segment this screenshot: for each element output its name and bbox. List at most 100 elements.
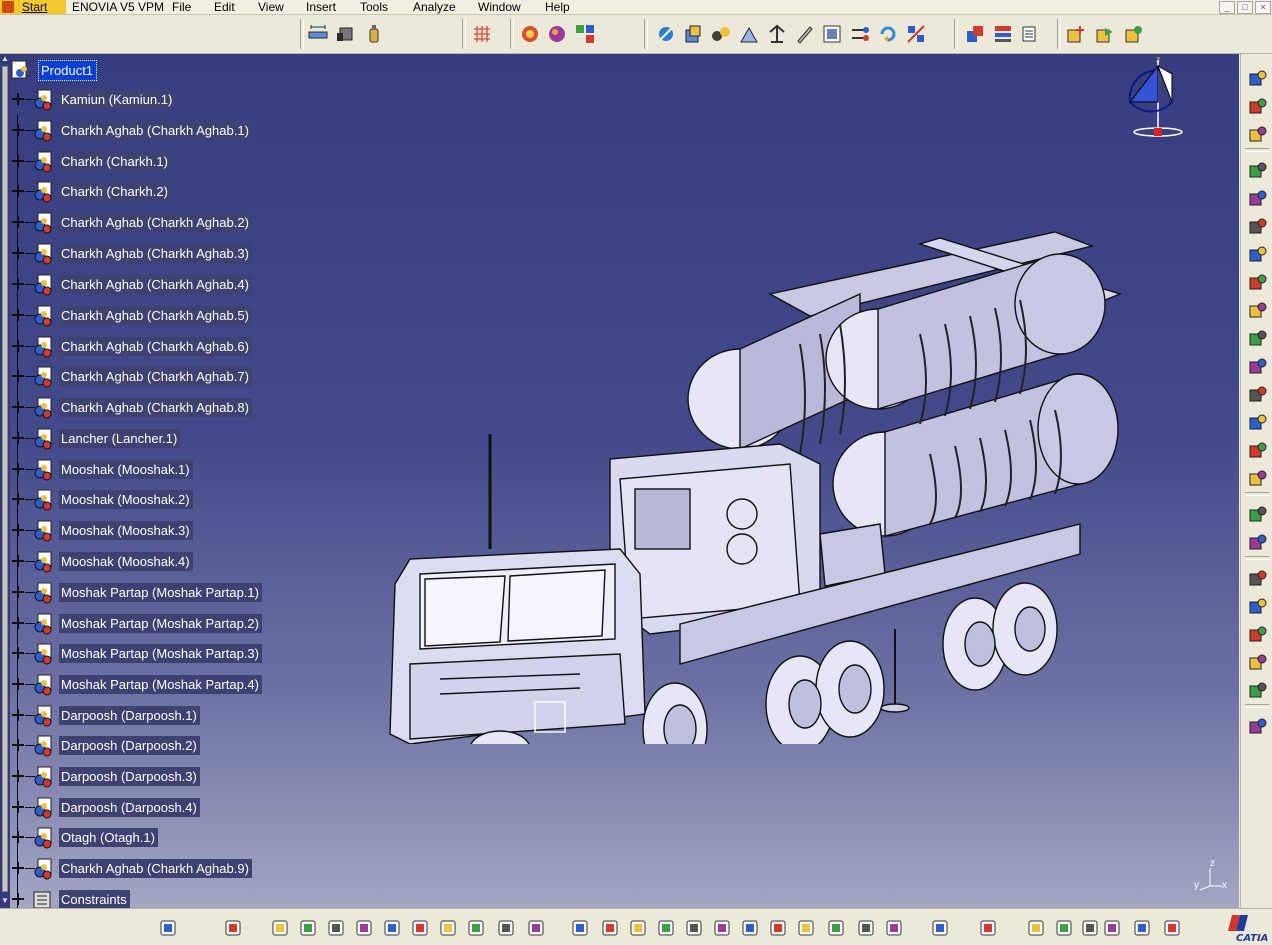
fast-multi-instantiation-icon[interactable] — [520, 24, 540, 44]
expand-icon[interactable] — [11, 585, 25, 599]
tree-item-label[interactable]: Mooshak (Mooshak.4) — [59, 552, 193, 571]
save-mgmt-icon[interactable] — [223, 918, 243, 938]
selective-load-icon[interactable] — [1248, 300, 1268, 320]
tree-item-label[interactable]: Charkh Aghab (Charkh Aghab.3) — [59, 244, 252, 263]
scroll-thumb[interactable] — [2, 66, 8, 892]
expand-icon[interactable] — [11, 523, 25, 537]
new-icon[interactable] — [270, 918, 290, 938]
menu-analyze[interactable]: Analyze — [413, 0, 456, 14]
tree-item-label[interactable]: Darpoosh (Darpoosh.4) — [59, 798, 200, 817]
tree-item-label[interactable]: Charkh Aghab (Charkh Aghab.6) — [59, 337, 252, 356]
fit-all-icon[interactable] — [600, 918, 620, 938]
tree-item[interactable]: Mooshak (Mooshak.3) — [10, 520, 310, 542]
expand-icon[interactable] — [11, 708, 25, 722]
expand-icon[interactable] — [11, 277, 25, 291]
3d-viewport[interactable]: ▲ ▼ z z y x Product1 Kamiun (Kamiun.1) C… — [0, 54, 1239, 908]
tree-item-label[interactable]: Constraints — [59, 890, 130, 908]
manipulation-icon[interactable] — [878, 24, 898, 44]
expand-icon[interactable] — [11, 738, 25, 752]
tree-item-label[interactable]: Charkh Aghab (Charkh Aghab.2) — [59, 213, 252, 232]
existing-component-icon[interactable] — [1248, 160, 1268, 180]
restore-button[interactable]: □ — [1237, 1, 1253, 14]
select-icon[interactable] — [1248, 96, 1268, 116]
start-menu[interactable]: Start — [0, 0, 66, 14]
table-icon[interactable] — [1080, 918, 1100, 938]
tree-item-label[interactable]: Mooshak (Mooshak.2) — [59, 490, 193, 509]
tree-item-label[interactable]: Moshak Partap (Moshak Partap.3) — [59, 644, 262, 663]
tree-item-label[interactable]: Mooshak (Mooshak.1) — [59, 460, 193, 479]
tree-item[interactable]: Charkh Aghab (Charkh Aghab.9) — [10, 858, 310, 880]
expand-icon[interactable] — [11, 892, 25, 906]
hide-show-icon[interactable] — [656, 24, 676, 44]
generate-icon[interactable] — [795, 24, 815, 44]
shading-icon[interactable] — [796, 918, 816, 938]
capture-icon[interactable] — [930, 918, 950, 938]
expand-icon[interactable] — [11, 800, 25, 814]
contact-constraint-icon[interactable] — [1248, 532, 1268, 552]
tree-item[interactable]: Charkh (Charkh.1) — [10, 151, 310, 173]
expand-icon[interactable] — [11, 339, 25, 353]
tree-item[interactable]: Charkh Aghab (Charkh Aghab.4) — [10, 274, 310, 296]
manage-representations-icon[interactable] — [1248, 328, 1268, 348]
tree-item-label[interactable]: Moshak Partap (Moshak Partap.4) — [59, 675, 262, 694]
expand-icon[interactable] — [11, 830, 25, 844]
fly-mode-icon[interactable] — [570, 918, 590, 938]
tree-item[interactable]: Charkh Aghab (Charkh Aghab.5) — [10, 305, 310, 327]
menu-insert[interactable]: Insert — [306, 0, 336, 14]
expand-icon[interactable] — [11, 677, 25, 691]
iso-view-icon[interactable] — [768, 918, 788, 938]
fix-component-icon[interactable] — [1248, 624, 1268, 644]
measure-tool-icon[interactable] — [1054, 918, 1074, 938]
style-icon[interactable] — [547, 24, 567, 44]
tree-item[interactable]: Charkh (Charkh.2) — [10, 181, 310, 203]
reuse-pattern-icon[interactable] — [1248, 652, 1268, 672]
tree-item[interactable]: Moshak Partap (Moshak Partap.2) — [10, 613, 310, 635]
expand-icon[interactable] — [11, 400, 25, 414]
menu-tools[interactable]: Tools — [360, 0, 388, 14]
tree-item[interactable]: Darpoosh (Darpoosh.1) — [10, 705, 310, 727]
menu-view[interactable]: View — [258, 0, 284, 14]
tree-item-label[interactable]: Otagh (Otagh.1) — [59, 828, 158, 847]
manipulation-icon[interactable] — [1248, 384, 1268, 404]
tree-item-label[interactable]: Charkh Aghab (Charkh Aghab.5) — [59, 306, 252, 325]
tree-item[interactable]: Charkh Aghab (Charkh Aghab.7) — [10, 366, 310, 388]
scroll-down-arrow-icon[interactable]: ▼ — [1, 896, 9, 905]
close-button[interactable]: × — [1255, 1, 1271, 14]
menu-file[interactable]: File — [172, 0, 191, 14]
tree-expansion-icon[interactable] — [1102, 918, 1122, 938]
knowledge-icon[interactable] — [1026, 918, 1046, 938]
smart-move-icon[interactable] — [906, 24, 926, 44]
performance-icon[interactable] — [1248, 68, 1268, 88]
existing-component-positioning-icon[interactable] — [1248, 188, 1268, 208]
expand-icon[interactable] — [11, 554, 25, 568]
fit-icon[interactable] — [1248, 124, 1268, 144]
tree-item-label[interactable]: Charkh Aghab (Charkh Aghab.8) — [59, 398, 252, 417]
tree-item[interactable]: Charkh Aghab (Charkh Aghab.1) — [10, 120, 310, 142]
expand-icon[interactable] — [11, 92, 25, 106]
assembly-features-icon[interactable] — [711, 24, 731, 44]
tree-item-label[interactable]: Darpoosh (Darpoosh.1) — [59, 706, 200, 725]
rotate-icon[interactable] — [656, 918, 676, 938]
replace-component-icon[interactable] — [1248, 216, 1268, 236]
tree-item[interactable]: Mooshak (Mooshak.1) — [10, 459, 310, 481]
tree-item[interactable]: Lancher (Lancher.1) — [10, 428, 310, 450]
angle-constraint-icon[interactable] — [1248, 596, 1268, 616]
new-product-icon[interactable] — [1095, 24, 1115, 44]
tree-item-label[interactable]: Lancher (Lancher.1) — [59, 429, 181, 448]
tree-item-label[interactable]: Moshak Partap (Moshak Partap.2) — [59, 614, 262, 633]
tree-item-label[interactable]: Darpoosh (Darpoosh.2) — [59, 736, 200, 755]
tree-item[interactable]: Kamiun (Kamiun.1) — [10, 89, 310, 111]
publication-icon[interactable] — [1248, 716, 1268, 736]
pan-icon[interactable] — [628, 918, 648, 938]
menu-help[interactable]: Help — [545, 0, 570, 14]
tree-item[interactable]: Otagh (Otagh.1) — [10, 827, 310, 849]
tree-item[interactable]: Darpoosh (Darpoosh.4) — [10, 797, 310, 819]
bulk-icon[interactable] — [739, 24, 759, 44]
update-icon[interactable] — [850, 24, 870, 44]
expand-icon[interactable] — [11, 646, 25, 660]
new-component-icon[interactable] — [1066, 24, 1086, 44]
expand-icon[interactable] — [11, 369, 25, 383]
catalog-icon[interactable] — [767, 24, 787, 44]
graph-tree-reordering-icon[interactable] — [1248, 244, 1268, 264]
tree-root-label[interactable]: Product1 — [38, 60, 98, 81]
